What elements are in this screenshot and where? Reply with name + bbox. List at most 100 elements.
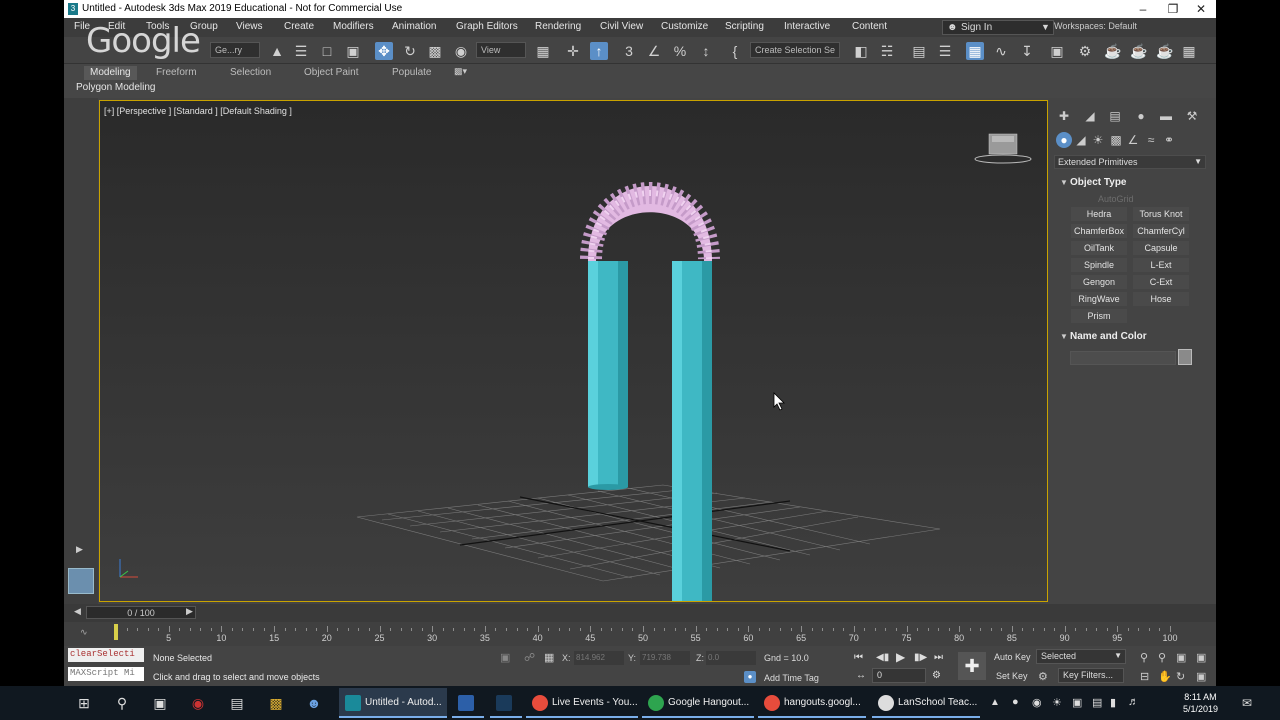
key-selection-dropdown[interactable]: Selected ▼ — [1036, 649, 1126, 664]
geometry-icon[interactable]: ● — [1056, 132, 1072, 148]
viewport-layout-icon[interactable] — [68, 568, 94, 594]
chrome-pinned-icon[interactable]: ◉ — [190, 695, 206, 711]
previous-key-icon[interactable]: ◀▮ — [876, 652, 889, 663]
oiltank-button[interactable]: OilTank — [1071, 241, 1127, 255]
key-mode-toggle-icon[interactable]: ⚙ — [1038, 670, 1048, 683]
taskbar-clock[interactable]: 8:11 AM 5/1/2019 — [1183, 691, 1218, 715]
l-ext-button[interactable]: L-Ext — [1133, 258, 1189, 272]
notifications-icon[interactable]: ✉ — [1242, 696, 1252, 710]
taskbar-app-3dsmax[interactable]: Untitled - Autod... — [339, 688, 447, 718]
menu-rendering[interactable]: Rendering — [535, 21, 581, 32]
autogrid-checkbox[interactable]: AutoGrid — [1098, 194, 1134, 204]
maxscript-mini-listener[interactable]: MAXScript Mi — [68, 667, 144, 681]
absolute-mode-icon[interactable]: ▦ — [544, 651, 554, 664]
schematic-view-icon[interactable]: ↧ — [1018, 42, 1036, 60]
system-tray-icon[interactable]: ▲ — [990, 697, 1000, 708]
restore-button[interactable]: ❐ — [1158, 1, 1188, 17]
key-filters-button[interactable]: Key Filters... — [1058, 668, 1124, 683]
spindle-button[interactable]: Spindle — [1071, 258, 1127, 272]
time-slider-thumb[interactable]: 0 / 100 — [86, 606, 196, 619]
play-icon[interactable]: ▶ — [896, 650, 905, 664]
z-coordinate-field[interactable]: 0.0 — [706, 651, 756, 665]
prism-button[interactable]: Prism — [1071, 309, 1127, 323]
select-by-name-icon[interactable]: ☰ — [292, 42, 310, 60]
taskbar-app-live-events[interactable]: Live Events - You... — [526, 688, 638, 718]
key-mode-icon[interactable]: ↔ — [856, 670, 866, 681]
helpers-icon[interactable]: ∠ — [1125, 132, 1141, 148]
field-of-view-icon[interactable]: ⊟ — [1140, 670, 1149, 683]
zoom-all-icon[interactable]: ⚲ — [1158, 651, 1166, 664]
cylinder-right[interactable] — [672, 261, 712, 601]
tray-app-icon[interactable]: ● — [1012, 696, 1019, 708]
select-manipulate-icon[interactable]: ✛ — [564, 42, 582, 60]
minimize-button[interactable]: – — [1128, 1, 1158, 17]
tab-populate[interactable]: Populate — [386, 66, 437, 80]
ringwave-button[interactable]: RingWave — [1071, 292, 1127, 306]
rect-selection-icon[interactable]: □ — [318, 42, 336, 60]
select-move-icon[interactable]: ✥ — [375, 42, 393, 60]
perspective-viewport[interactable]: [+] [Perspective ] [Standard ] [Default … — [99, 100, 1048, 602]
prev-frame-icon[interactable]: ◀ — [74, 606, 81, 617]
hedra-button[interactable]: Hedra — [1071, 207, 1127, 221]
systems-icon[interactable]: ⚭ — [1161, 132, 1177, 148]
window-crossing-icon[interactable]: ▣ — [344, 42, 362, 60]
name-and-color-rollout[interactable]: Name and Color — [1070, 331, 1147, 342]
zoom-icon[interactable]: ⚲ — [1140, 651, 1148, 664]
add-time-tag[interactable]: Add Time Tag — [764, 673, 819, 683]
pan-view-icon[interactable]: ✋ — [1158, 670, 1172, 683]
align-icon[interactable]: ☵ — [878, 42, 896, 60]
close-window-button[interactable]: ✕ — [1186, 1, 1216, 17]
selection-filter-dropdown[interactable]: Ge...ry — [210, 42, 260, 58]
taskbar-app-lanschool[interactable]: LanSchool Teac... — [872, 688, 980, 718]
space-warps-icon[interactable]: ≈ — [1143, 132, 1159, 148]
hierarchy-tab-icon[interactable]: ▤ — [1107, 108, 1123, 124]
cylinder-left[interactable] — [588, 261, 628, 490]
spinner-snap-icon[interactable]: ↕ — [697, 42, 715, 60]
tab-modeling[interactable]: Modeling — [84, 66, 137, 80]
motion-tab-icon[interactable]: ● — [1133, 108, 1149, 124]
auto-key-button[interactable]: Auto Key — [994, 652, 1031, 662]
keyboard-shortcut-icon[interactable]: ↑ — [590, 42, 608, 60]
tab-selection[interactable]: Selection — [224, 66, 277, 80]
battery-icon[interactable]: ▮ — [1110, 696, 1116, 709]
zoom-extents-all-icon[interactable]: ▣ — [1196, 651, 1206, 664]
menu-views[interactable]: Views — [236, 21, 263, 32]
taskbar-app-photoshop[interactable] — [490, 688, 522, 718]
menu-graph-editors[interactable]: Graph Editors — [456, 21, 518, 32]
capsule-button[interactable]: Capsule — [1133, 241, 1189, 255]
select-place-icon[interactable]: ◉ — [452, 42, 470, 60]
menu-civil-view[interactable]: Civil View — [600, 21, 643, 32]
set-key-icon[interactable]: ✚ — [958, 652, 986, 680]
maxscript-listener-line[interactable]: clearSelecti — [68, 648, 144, 662]
isolate-selection-icon[interactable]: ▣ — [500, 651, 510, 664]
menu-animation[interactable]: Animation — [392, 21, 436, 32]
search-icon[interactable]: ⚲ — [114, 695, 130, 711]
selection-lock-icon[interactable]: ☍ — [524, 651, 535, 664]
ribbon-options-icon[interactable]: ▩▾ — [454, 66, 467, 77]
toggle-ribbon-icon[interactable]: ▦ — [966, 42, 984, 60]
file-explorer-icon[interactable]: ▩ — [268, 695, 284, 711]
tray-app-icon[interactable]: ▣ — [1072, 696, 1082, 709]
file-pinned-icon[interactable]: ▤ — [229, 695, 245, 711]
torus-knot-button[interactable]: Torus Knot — [1133, 207, 1189, 221]
shapes-icon[interactable]: ◢ — [1073, 132, 1089, 148]
render-setup-icon[interactable]: ⚙ — [1076, 42, 1094, 60]
c-ext-button[interactable]: C-Ext — [1133, 275, 1189, 289]
volume-icon[interactable]: ♬ — [1128, 696, 1139, 708]
ribbon-panel-label[interactable]: Polygon Modeling — [76, 82, 156, 93]
snap-toggle-icon[interactable]: 3 — [620, 42, 638, 60]
angle-snap-icon[interactable]: ∠ — [645, 42, 663, 60]
time-config-icon[interactable]: ⚙ — [932, 670, 941, 681]
collapse-arrow-icon[interactable]: ▼ — [1060, 178, 1068, 187]
rendered-frame-icon[interactable]: ☕ — [1104, 42, 1122, 60]
display-tab-icon[interactable]: ▬ — [1158, 108, 1174, 124]
utilities-tab-icon[interactable]: ⚒ — [1184, 108, 1200, 124]
workspaces-selector[interactable]: Workspaces: Default — [1054, 21, 1137, 31]
cameras-icon[interactable]: ▩ — [1108, 132, 1124, 148]
tray-app-icon[interactable]: ☀ — [1052, 696, 1062, 709]
select-scale-icon[interactable]: ▩ — [426, 42, 444, 60]
network-icon[interactable]: ▤ — [1092, 696, 1102, 709]
tab-freeform[interactable]: Freeform — [150, 66, 203, 80]
person-app-icon[interactable]: ☻ — [306, 695, 322, 711]
pivot-center-icon[interactable]: ▦ — [534, 42, 552, 60]
